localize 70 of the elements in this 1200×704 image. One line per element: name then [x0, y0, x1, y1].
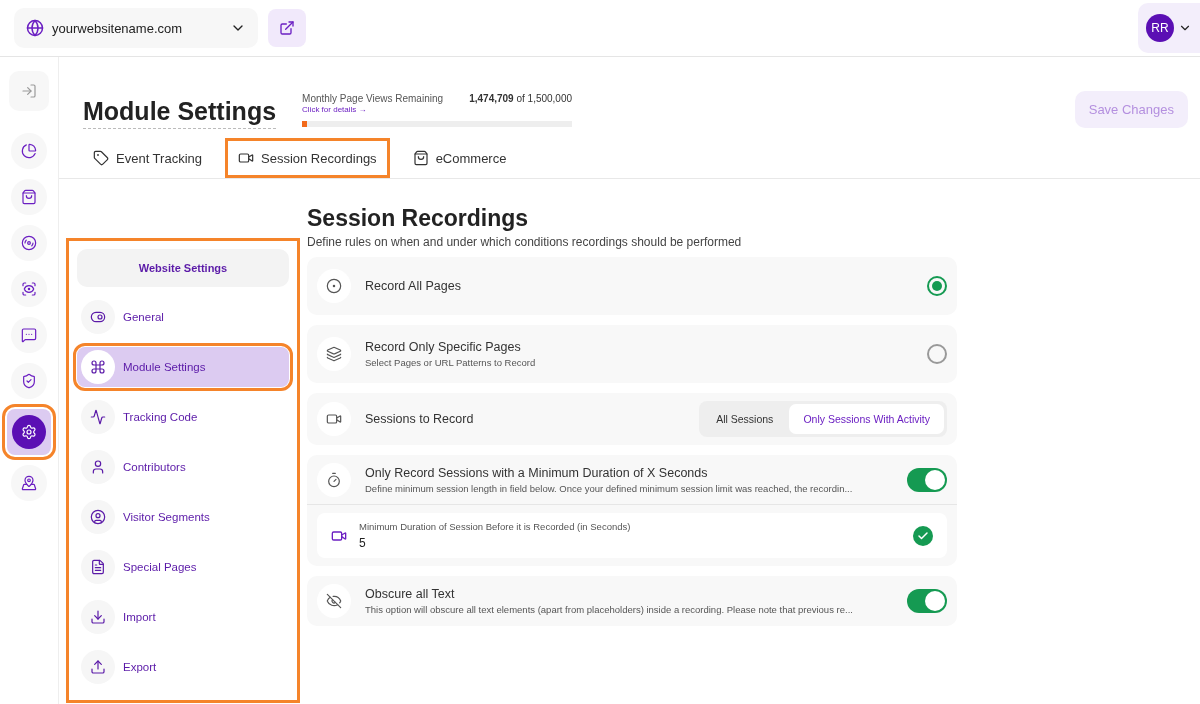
- globe-icon: [26, 19, 44, 37]
- open-site-button[interactable]: [268, 9, 306, 47]
- upload-icon: [90, 659, 106, 675]
- user-circle-icon: [90, 509, 106, 525]
- document-icon: [90, 559, 106, 575]
- option-title: Record Only Specific Pages: [365, 340, 522, 354]
- option-description: Define minimum session length in field below. Once your defined minimum session limit was reached, the recordin...: [365, 483, 854, 494]
- pie-chart-icon: [21, 143, 37, 159]
- user-icon: [90, 459, 106, 475]
- menu-item[interactable]: Import: [77, 597, 289, 637]
- timer-icon: [326, 472, 342, 488]
- radio-button[interactable]: [927, 276, 947, 296]
- nav-button[interactable]: [11, 225, 47, 261]
- scan-icon: [21, 281, 37, 297]
- shield-icon: [21, 373, 37, 389]
- toggle-switch[interactable]: [907, 589, 947, 613]
- layers-icon: [326, 346, 342, 362]
- option-title: Only Record Sessions with a Minimum Duration of X Seconds: [365, 466, 709, 480]
- exit-icon: [21, 83, 37, 99]
- menu-item[interactable]: Special Pages: [77, 547, 289, 587]
- chat-icon: [21, 327, 37, 343]
- toggle-icon: [90, 309, 106, 325]
- page-title: Module Settings: [83, 97, 277, 129]
- menu-heading: Website Settings: [77, 249, 289, 287]
- avatar: RR: [1146, 14, 1174, 42]
- nav-button[interactable]: [11, 363, 47, 399]
- nav-button[interactable]: [11, 133, 47, 169]
- settings-icon: [21, 424, 37, 440]
- toggle-switch[interactable]: [907, 468, 947, 492]
- menu-item[interactable]: General: [77, 297, 289, 337]
- command-icon: [90, 359, 106, 375]
- section-title: Session Recordings: [307, 205, 530, 232]
- tag-icon: [93, 150, 109, 166]
- website-selector[interactable]: yourwebsitename.com: [14, 8, 258, 48]
- field-value: 5: [359, 536, 367, 550]
- radio-button[interactable]: [927, 344, 947, 364]
- circle-dot-icon: [326, 278, 342, 294]
- nav-button[interactable]: [11, 317, 47, 353]
- map-pin-icon: [21, 475, 37, 491]
- bag-icon: [412, 150, 429, 166]
- menu-item[interactable]: Export: [77, 647, 289, 687]
- option-description: Select Pages or URL Patterns to Record: [365, 357, 537, 368]
- menu-item[interactable]: Visitor Segments: [77, 497, 289, 537]
- profile-menu[interactable]: RR: [1138, 3, 1200, 53]
- tab[interactable]: eCommerce: [402, 141, 517, 175]
- download-icon: [90, 609, 106, 625]
- bag-icon: [21, 189, 37, 205]
- option-description: This option will obscure all text elements (apart from placeholders) inside a recording. Please note that previous re...: [365, 604, 854, 615]
- menu-item[interactable]: Contributors: [77, 447, 289, 487]
- segment-option[interactable]: Only Sessions With Activity: [789, 404, 944, 434]
- segment-option[interactable]: All Sessions: [702, 404, 788, 434]
- menu-item[interactable]: Tracking Code: [77, 397, 289, 437]
- external-link-icon: [279, 20, 295, 36]
- section-subtitle: Define rules on when and under which conditions recordings should be performed: [307, 235, 743, 249]
- nav-button[interactable]: [11, 465, 47, 501]
- quota-value: 1,474,709 of 1,500,000: [469, 93, 573, 104]
- nav-button[interactable]: [11, 271, 47, 307]
- nav-button[interactable]: [11, 179, 47, 215]
- video-camera-icon: [238, 150, 254, 166]
- tab[interactable]: Event Tracking: [83, 141, 212, 175]
- tab[interactable]: Session Recordings: [228, 141, 387, 175]
- details-link[interactable]: Click for details →: [302, 105, 573, 114]
- option-title: Obscure all Text: [365, 587, 456, 601]
- video-camera-icon: [326, 411, 342, 427]
- field-label: Minimum Duration of Session Before it is Recorded (in Seconds): [359, 521, 632, 532]
- option-title: Record All Pages: [365, 279, 462, 293]
- pulse-icon: [90, 409, 106, 425]
- eye-off-icon: [326, 593, 342, 609]
- quota-label: Monthly Page Views Remaining: [302, 93, 444, 104]
- option-title: Sessions to Record: [365, 412, 475, 426]
